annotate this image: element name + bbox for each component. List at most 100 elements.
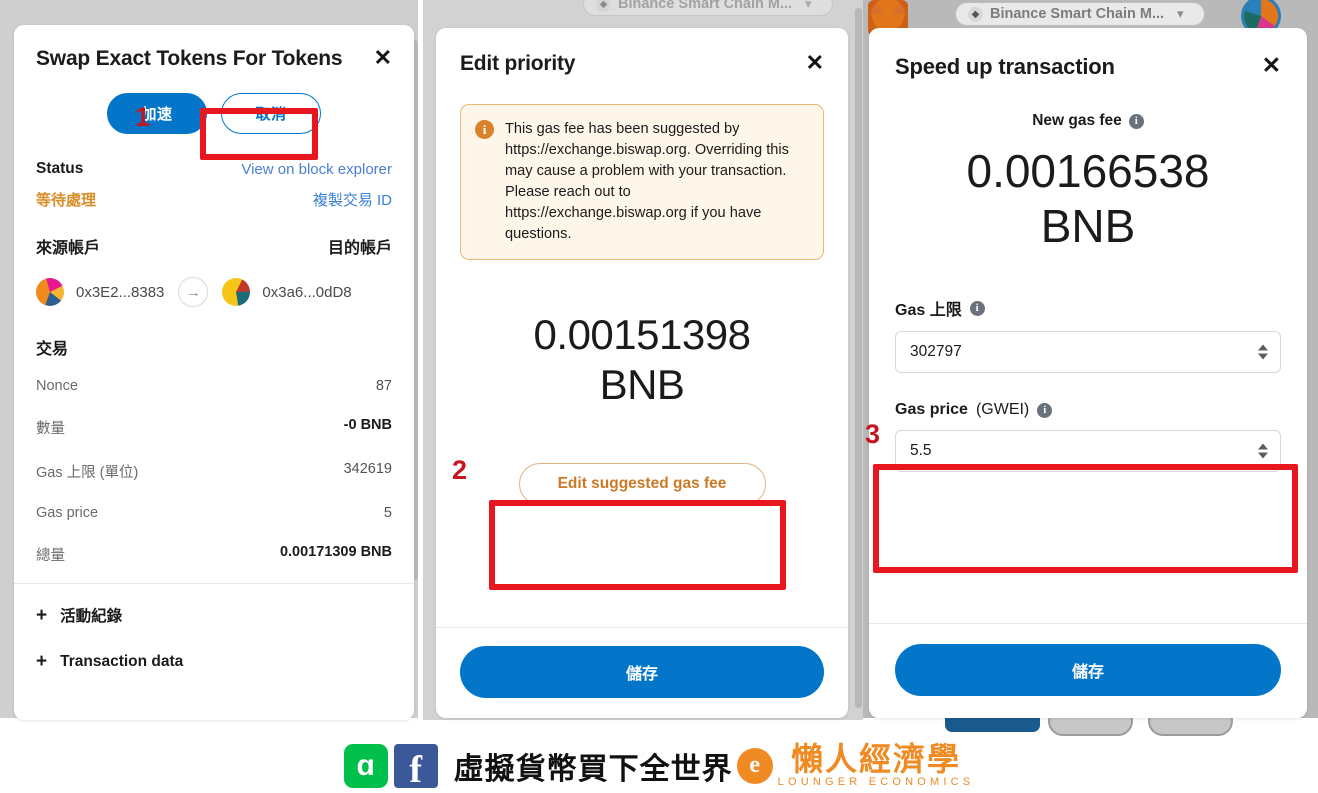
accounts-row: 0x3E2...8383 → 0x3a6...0dD8 — [14, 277, 414, 307]
view-on-block-explorer-link[interactable]: View on block explorer — [241, 161, 392, 178]
gas-fee-alert-text: This gas fee has been suggested by https… — [505, 121, 789, 242]
gas-price-unit: (GWEI) — [975, 401, 1030, 419]
gas-limit-input[interactable]: 302797 — [895, 331, 1281, 374]
detail-value: 5 — [383, 505, 392, 521]
screenshot-root: ◆ Binance Smart Chain M... ▾ ◆ Binance S… — [0, 0, 1318, 793]
arrow-right-icon: → — [178, 277, 209, 307]
gas-fee-currency: BNB — [599, 360, 685, 408]
bnb-icon: ◆ — [596, 0, 611, 12]
network-selector[interactable]: ◆ Binance Smart Chain M... ▾ — [955, 2, 1205, 26]
detail-value: 342619 — [343, 461, 392, 477]
annotation-number-2: 2 — [452, 455, 468, 485]
gas-price-label: Gas price — [895, 401, 968, 419]
detail-value: -0 BNB — [343, 417, 392, 433]
info-icon[interactable]: i — [1128, 113, 1144, 129]
panel3-header: Speed up transaction ✕ — [869, 28, 1307, 80]
chevron-down-icon: ▾ — [1177, 6, 1184, 21]
panel1-action-buttons: 加速 取消 — [14, 93, 414, 134]
swap-transaction-modal: Swap Exact Tokens For Tokens ✕ 加速 取消 Sta… — [14, 25, 414, 720]
gas-limit-stepper[interactable] — [1258, 344, 1268, 360]
gas-limit-label: Gas 上限 — [895, 302, 962, 320]
transaction-data-expander[interactable]: + Transaction data — [14, 652, 414, 671]
info-icon[interactable]: i — [969, 300, 985, 316]
table-row: Gas 上限 (單位) 342619 — [14, 461, 414, 482]
annotation-number-1: 1 — [135, 102, 151, 132]
panel2-footer: 儲存 — [436, 627, 848, 718]
detail-key: 總量 — [36, 548, 65, 564]
line-icon[interactable]: ɑ — [343, 743, 388, 788]
page-title: Edit priority — [460, 52, 576, 75]
from-account-avatar — [36, 278, 64, 306]
from-account-address: 0x3E2...8383 — [76, 283, 165, 301]
transaction-data-label: Transaction data — [60, 652, 184, 670]
speed-up-button[interactable]: 加速 — [107, 93, 207, 134]
panel1-header: Swap Exact Tokens For Tokens ✕ — [14, 25, 414, 71]
annotation-number-3: 3 — [865, 419, 881, 449]
panel2-header: Edit priority ✕ — [436, 28, 848, 76]
status-row: Status View on block explorer — [14, 160, 414, 178]
new-gas-fee-amount: 0.00166538 — [966, 145, 1210, 197]
table-row: Gas price 5 — [14, 505, 414, 521]
activity-log-label: 活動紀錄 — [60, 608, 123, 625]
save-button[interactable]: 儲存 — [460, 646, 824, 698]
speed-up-transaction-modal: Speed up transaction ✕ New gas fee i 0.0… — [869, 28, 1307, 718]
network-name: Binance Smart Chain M... — [618, 0, 793, 12]
edit-suggested-gas-fee-button[interactable]: Edit suggested gas fee — [518, 463, 766, 506]
lounger-logo-icon: e — [736, 747, 773, 784]
save-button[interactable]: 儲存 — [895, 644, 1281, 696]
status-badge: 等待處理 — [36, 192, 97, 209]
to-account-label: 目的帳戶 — [327, 240, 392, 257]
scrollbar-panel2[interactable] — [855, 8, 862, 708]
from-account-label: 來源帳戶 — [36, 240, 101, 257]
branding-footer: ɑ f 虛擬貨幣買下全世界 e 懶人經濟學 LOUNGER ECONOMICS — [0, 738, 1318, 793]
cancel-button[interactable]: 取消 — [221, 93, 321, 134]
detail-key: Gas price — [36, 505, 99, 521]
transaction-section-title: 交易 — [36, 341, 69, 358]
activity-log-expander[interactable]: + 活動紀錄 — [14, 604, 414, 626]
facebook-icon[interactable]: f — [393, 743, 438, 789]
info-icon[interactable]: i — [1037, 402, 1053, 418]
status-label: Status — [36, 160, 84, 177]
gas-fee-alert: i This gas fee has been suggested by htt… — [460, 104, 824, 260]
brand-name-cn: 懶人經濟學 — [790, 740, 961, 778]
new-gas-fee-label: New gas fee — [1032, 112, 1122, 129]
close-icon[interactable]: ✕ — [374, 47, 392, 69]
info-icon: i — [475, 120, 494, 139]
to-account-avatar — [222, 278, 251, 306]
gas-price-value: 5.5 — [910, 442, 932, 460]
gas-limit-label-row: Gas 上限 i — [895, 296, 1281, 320]
transaction-section-header: 交易 — [14, 335, 414, 359]
bnb-icon: ◆ — [968, 6, 983, 22]
new-gas-fee-currency: BNB — [1040, 200, 1136, 253]
edit-priority-modal: Edit priority ✕ i This gas fee has been … — [436, 28, 848, 718]
gas-limit-field-group: Gas 上限 i 302797 — [869, 296, 1307, 374]
table-row: 數量 -0 BNB — [14, 417, 414, 438]
gas-price-label-row: Gas price (GWEI) i — [895, 401, 1281, 419]
chevron-down-icon: ▾ — [805, 0, 812, 11]
close-icon[interactable]: ✕ — [1262, 54, 1281, 77]
transaction-detail-rows: Nonce 87 數量 -0 BNB Gas 上限 (單位) 342619 Gas pric… — [14, 378, 414, 565]
page-title: Speed up transaction — [895, 54, 1115, 79]
to-account-address: 0x3a6...0dD8 — [262, 283, 352, 301]
new-gas-fee-header: New gas fee i — [869, 112, 1307, 130]
accounts-header-row: 來源帳戶 目的帳戶 — [14, 234, 414, 258]
brand-name-en: LOUNGER ECONOMICS — [777, 776, 975, 788]
copy-transaction-id-link[interactable]: 複製交易 ID — [313, 189, 392, 210]
gas-price-field-group: Gas price (GWEI) i 5.5 — [869, 401, 1307, 473]
gas-price-stepper[interactable] — [1258, 443, 1268, 459]
brand-tagline: 虛擬貨幣買下全世界 — [453, 751, 733, 787]
close-icon[interactable]: ✕ — [806, 52, 824, 74]
table-row: 總量 0.00171309 BNB — [14, 544, 414, 565]
detail-value: 87 — [375, 378, 392, 394]
detail-key: Gas 上限 (單位) — [36, 465, 139, 481]
detail-value: 0.00171309 BNB — [279, 544, 392, 560]
gas-fee-amount: 0.00151398 — [533, 311, 751, 358]
gas-price-input[interactable]: 5.5 — [895, 430, 1281, 473]
status-value-row: 等待處理 複製交易 ID — [14, 189, 414, 210]
network-name: Binance Smart Chain M... — [990, 6, 1165, 22]
brand-name-block: 懶人經濟學 LOUNGER ECONOMICS — [778, 743, 975, 788]
plus-icon: + — [36, 651, 48, 672]
gas-limit-value: 302797 — [910, 343, 962, 361]
network-selector-faded[interactable]: ◆ Binance Smart Chain M... ▾ — [583, 0, 833, 16]
divider — [14, 583, 414, 584]
